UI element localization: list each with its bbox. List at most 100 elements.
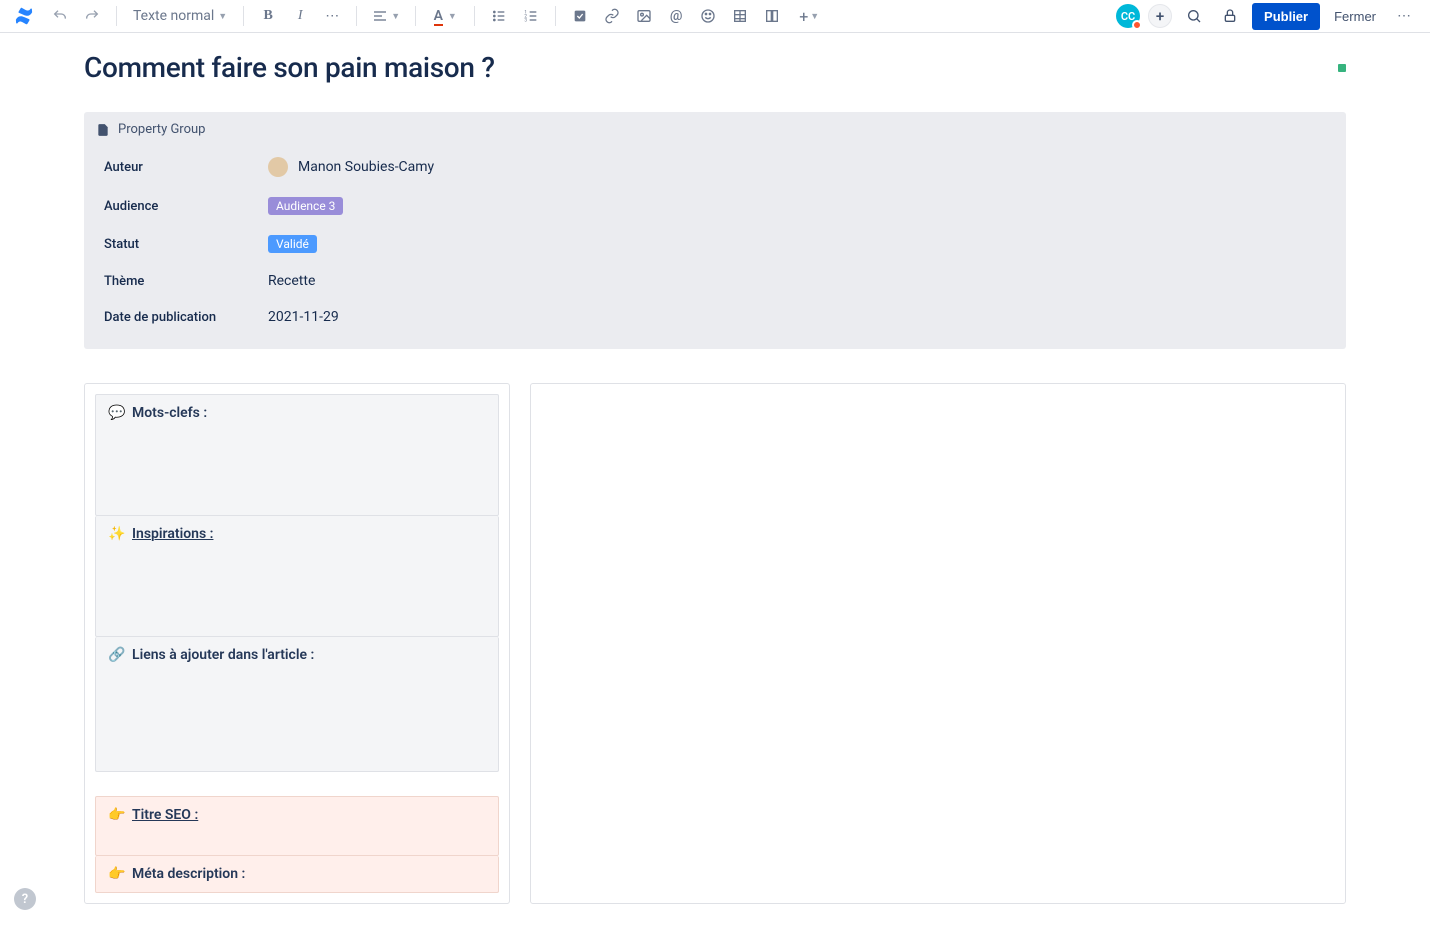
editor-content[interactable]: Comment faire son pain maison ? Property… (0, 33, 1430, 944)
bullet-list-button[interactable] (485, 2, 513, 30)
confluence-logo-icon (12, 4, 36, 28)
property-label: Statut (104, 237, 268, 252)
separator (474, 6, 475, 26)
panel-links[interactable]: 🔗 Liens à ajouter dans l'article : (95, 637, 499, 772)
property-value-audience[interactable]: Audience 3 (268, 197, 343, 215)
at-icon: @ (670, 8, 683, 24)
property-value-author[interactable]: Manon Soubies-Camy (268, 157, 434, 177)
property-group-panel[interactable]: Property Group Auteur Manon Soubies-Camy… (84, 112, 1346, 349)
panel-inspirations-body[interactable] (108, 542, 486, 626)
separator (415, 6, 416, 26)
chevron-down-icon: ▼ (218, 11, 227, 22)
layout-columns: 💬 Mots-clefs : ✨ Inspirations : 🔗 Li (84, 383, 1346, 904)
plus-icon: + (799, 7, 808, 26)
invite-button[interactable]: + (1148, 4, 1172, 28)
layouts-button[interactable] (758, 2, 786, 30)
property-value-theme[interactable]: Recette (268, 273, 315, 289)
user-avatar[interactable]: CC (1116, 4, 1140, 28)
property-group-header: Property Group (84, 112, 1346, 147)
panel-inspirations-label: ✨ Inspirations : (108, 526, 486, 542)
sparkles-icon: ✨ (108, 526, 126, 542)
chevron-down-icon: ▼ (391, 11, 400, 22)
image-button[interactable] (630, 2, 658, 30)
italic-icon: I (298, 8, 303, 24)
panel-links-body[interactable] (108, 663, 486, 761)
panel-meta-desc[interactable]: 👉 Méta description : (95, 856, 499, 893)
link-emoji-icon: 🔗 (108, 647, 126, 663)
separator (356, 6, 357, 26)
more-actions-button[interactable]: ⋯ (1390, 2, 1418, 30)
text-style-label: Texte normal (133, 8, 214, 24)
property-group-body: Auteur Manon Soubies-Camy Audience Audie… (84, 147, 1346, 335)
chevron-down-icon: ▼ (810, 11, 819, 22)
action-item-button[interactable] (566, 2, 594, 30)
property-row-theme: Thème Recette (104, 263, 1326, 299)
ellipsis-icon: ⋯ (1397, 8, 1411, 24)
help-button[interactable]: ? (14, 888, 36, 910)
spacer (95, 772, 499, 796)
bold-button[interactable]: B (254, 2, 282, 30)
property-row-status: Statut Validé (104, 225, 1326, 263)
svg-text:3: 3 (525, 17, 528, 23)
restrictions-button[interactable] (1216, 2, 1244, 30)
page-title-row: Comment faire son pain maison ? (84, 51, 1346, 84)
help-icon-label: ? (22, 892, 28, 907)
emoji-button[interactable] (694, 2, 722, 30)
property-value-status[interactable]: Validé (268, 235, 317, 253)
text-style-dropdown[interactable]: Texte normal ▼ (127, 2, 233, 30)
audience-tag: Audience 3 (268, 197, 343, 215)
property-label: Audience (104, 199, 268, 214)
avatar-status-indicator (1132, 20, 1142, 30)
panel-links-label: 🔗 Liens à ajouter dans l'article : (108, 647, 486, 663)
orange-panel-stack: 👉 Titre SEO : 👉 Méta description : (95, 796, 499, 893)
panel-inspirations-title: Inspirations : (132, 526, 213, 542)
property-label: Date de publication (104, 310, 268, 325)
panel-seo-title-body[interactable] (108, 823, 486, 845)
layout-column-right[interactable] (530, 383, 1346, 904)
panel-meta-desc-label: 👉 Méta description : (108, 866, 486, 882)
panel-keywords-body[interactable] (108, 421, 486, 505)
mention-button[interactable]: @ (662, 2, 690, 30)
panel-links-title: Liens à ajouter dans l'article : (132, 647, 314, 663)
separator (116, 6, 117, 26)
editor-toolbar: Texte normal ▼ B I ⋯ ▼ A ▼ 123 (0, 0, 1430, 33)
author-name: Manon Soubies-Camy (298, 159, 434, 175)
italic-button[interactable]: I (286, 2, 314, 30)
document-icon (96, 123, 110, 137)
redo-button[interactable] (78, 2, 106, 30)
align-button[interactable]: ▼ (367, 2, 405, 30)
table-button[interactable] (726, 2, 754, 30)
page-title[interactable]: Comment faire son pain maison ? (84, 51, 495, 84)
insert-more-button[interactable]: + ▼ (790, 2, 828, 30)
panel-seo-title[interactable]: 👉 Titre SEO : (95, 796, 499, 856)
panel-meta-desc-text: Méta description : (132, 866, 245, 882)
numbered-list-button[interactable]: 123 (517, 2, 545, 30)
author-avatar-icon (268, 157, 288, 177)
bold-icon: B (264, 8, 273, 24)
point-right-icon: 👉 (108, 807, 126, 823)
property-value-date[interactable]: 2021-11-29 (268, 309, 339, 325)
ellipsis-icon: ⋯ (325, 8, 339, 24)
layout-column-left[interactable]: 💬 Mots-clefs : ✨ Inspirations : 🔗 Li (84, 383, 510, 904)
link-button[interactable] (598, 2, 626, 30)
separator (243, 6, 244, 26)
more-formatting-button[interactable]: ⋯ (318, 2, 346, 30)
point-right-icon: 👉 (108, 866, 126, 882)
gray-panel-stack: 💬 Mots-clefs : ✨ Inspirations : 🔗 Li (95, 394, 499, 772)
publish-button[interactable]: Publier (1252, 3, 1320, 30)
separator (555, 6, 556, 26)
undo-button[interactable] (46, 2, 74, 30)
chevron-down-icon: ▼ (448, 11, 457, 22)
status-tag: Validé (268, 235, 317, 253)
property-label: Auteur (104, 160, 268, 175)
close-button[interactable]: Fermer (1328, 5, 1382, 28)
save-indicator-icon (1338, 64, 1346, 72)
panel-seo-title-label: 👉 Titre SEO : (108, 807, 486, 823)
text-color-button[interactable]: A ▼ (426, 2, 464, 30)
property-row-author: Auteur Manon Soubies-Camy (104, 147, 1326, 187)
property-row-date: Date de publication 2021-11-29 (104, 299, 1326, 335)
speech-bubble-icon: 💬 (108, 405, 126, 421)
panel-keywords[interactable]: 💬 Mots-clefs : (95, 394, 499, 516)
panel-inspirations[interactable]: ✨ Inspirations : (95, 516, 499, 637)
search-button[interactable] (1180, 2, 1208, 30)
